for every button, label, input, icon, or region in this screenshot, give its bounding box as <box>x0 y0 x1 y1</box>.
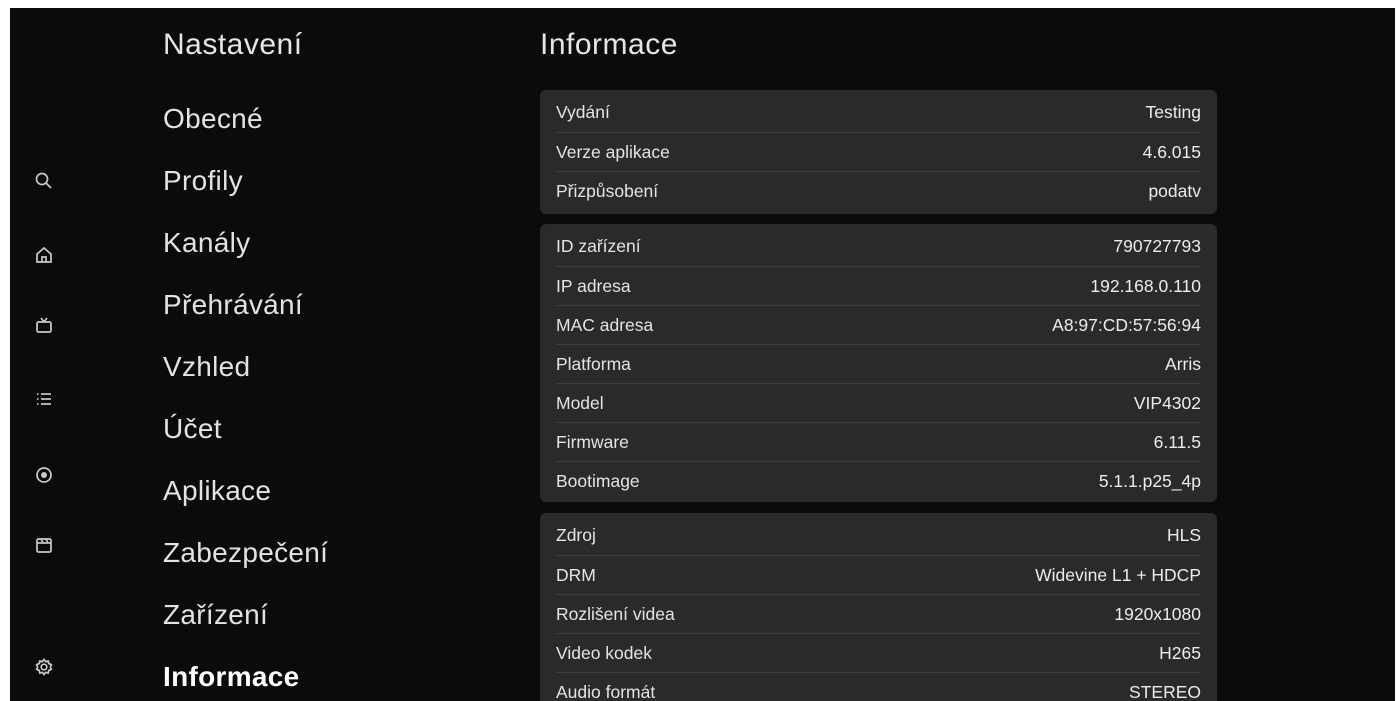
menu-item-aplikace[interactable]: Aplikace <box>163 475 271 507</box>
info-row: Zdroj HLS <box>556 516 1201 555</box>
info-value: 192.168.0.110 <box>1090 276 1201 296</box>
info-label: Model <box>556 393 604 413</box>
info-value: STEREO <box>1129 682 1201 701</box>
info-label: Bootimage <box>556 471 640 491</box>
info-row: Firmware 6.11.5 <box>556 422 1201 462</box>
info-label: Zdroj <box>556 525 596 545</box>
search-icon[interactable] <box>33 170 55 192</box>
info-row: Model VIP4302 <box>556 383 1201 423</box>
record-icon[interactable] <box>33 464 55 486</box>
info-value: HLS <box>1166 525 1201 545</box>
settings-menu-title: Nastavení <box>163 28 303 61</box>
info-row: Přizpůsobení podatv <box>556 171 1201 211</box>
info-value: 5.1.1.p25_4p <box>1098 471 1201 491</box>
menu-item-profily[interactable]: Profily <box>163 165 243 197</box>
info-value: H265 <box>1159 643 1201 663</box>
list-icon[interactable] <box>33 388 55 410</box>
info-row: Vydání Testing <box>556 93 1201 132</box>
info-row: Audio formát STEREO <box>556 672 1201 701</box>
info-row: ID zařízení 790727793 <box>556 227 1201 266</box>
menu-item-ucet[interactable]: Účet <box>163 413 222 445</box>
info-value: 4.6.015 <box>1142 142 1201 162</box>
info-value: Arris <box>1165 354 1201 374</box>
info-row: DRM Widevine L1 + HDCP <box>556 555 1201 595</box>
info-label: Přizpůsobení <box>556 181 659 201</box>
menu-item-prehravani[interactable]: Přehrávání <box>163 289 303 321</box>
info-label: IP adresa <box>556 276 631 296</box>
info-label: Video kodek <box>556 643 653 663</box>
info-row: MAC adresa A8:97:CD:57:56:94 <box>556 305 1201 345</box>
info-label: DRM <box>556 565 596 585</box>
info-card-app: Vydání Testing Verze aplikace 4.6.015 Př… <box>540 90 1217 214</box>
info-row: Rozlišení videa 1920x1080 <box>556 594 1201 634</box>
info-value: 1920x1080 <box>1114 604 1201 624</box>
info-label: ID zařízení <box>556 236 641 256</box>
menu-item-kanaly[interactable]: Kanály <box>163 227 250 259</box>
menu-item-zarizeni[interactable]: Zařízení <box>163 599 268 631</box>
info-row: Video kodek H265 <box>556 633 1201 673</box>
info-label: Vydání <box>556 102 610 122</box>
info-row: Bootimage 5.1.1.p25_4p <box>556 461 1201 501</box>
info-label: Verze aplikace <box>556 142 670 162</box>
clapper-icon[interactable] <box>33 534 55 556</box>
home-icon[interactable] <box>33 244 55 266</box>
page-title: Informace <box>540 28 678 61</box>
info-label: Platforma <box>556 354 631 374</box>
tv-settings-screen: Nastavení Obecné Profily Kanály Přehrává… <box>10 8 1395 701</box>
menu-item-obecne[interactable]: Obecné <box>163 103 263 135</box>
info-value: A8:97:CD:57:56:94 <box>1052 315 1201 335</box>
info-value: VIP4302 <box>1133 393 1201 413</box>
info-value: 6.11.5 <box>1153 432 1201 452</box>
menu-item-vzhled[interactable]: Vzhled <box>163 351 250 383</box>
info-value: Widevine L1 + HDCP <box>1035 565 1201 585</box>
menu-item-zabezpeceni[interactable]: Zabezpečení <box>163 537 328 569</box>
info-row: Verze aplikace 4.6.015 <box>556 132 1201 172</box>
info-card-device: ID zařízení 790727793 IP adresa 192.168.… <box>540 224 1217 502</box>
info-value: 790727793 <box>1113 236 1201 256</box>
info-label: Firmware <box>556 432 629 452</box>
info-value: Testing <box>1145 102 1201 122</box>
info-row: IP adresa 192.168.0.110 <box>556 266 1201 306</box>
info-value: podatv <box>1148 181 1201 201</box>
info-row: Platforma Arris <box>556 344 1201 384</box>
info-label: Rozlišení videa <box>556 604 675 624</box>
info-card-playback: Zdroj HLS DRM Widevine L1 + HDCP Rozliše… <box>540 513 1217 701</box>
settings-icon[interactable] <box>33 656 55 678</box>
tv-icon[interactable] <box>33 314 55 336</box>
info-label: Audio formát <box>556 682 656 701</box>
menu-item-informace[interactable]: Informace <box>163 661 300 693</box>
info-label: MAC adresa <box>556 315 654 335</box>
